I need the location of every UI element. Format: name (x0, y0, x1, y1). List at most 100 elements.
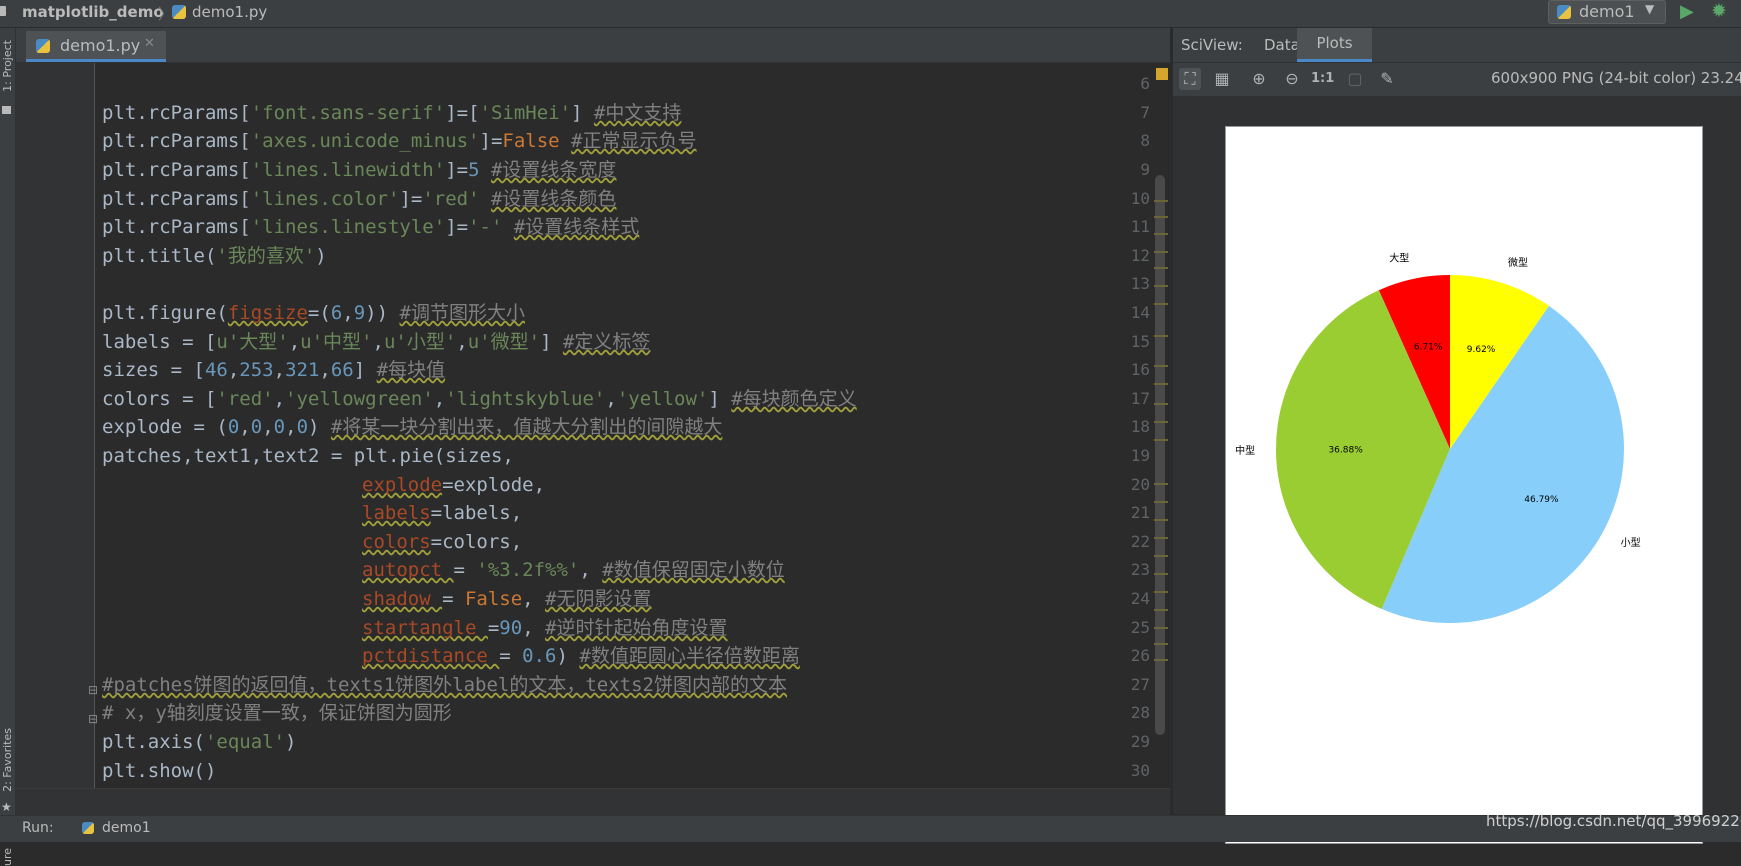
warning-marker (1154, 421, 1168, 423)
fold-marker-icon[interactable]: ⊟ (88, 712, 98, 726)
python-file-icon (172, 5, 186, 19)
folder-icon (0, 6, 6, 16)
code-line-28: # x，y轴刻度设置一致，保证饼图为圆形 (102, 702, 452, 724)
pie-chart: 大型 6.71% 中型 36.88% 小型 46.79% 微型 9.62% (1235, 251, 1641, 623)
warning-marker (1154, 573, 1168, 575)
line-number: 18 (1130, 417, 1150, 436)
line-number: 6 (1140, 74, 1150, 93)
plot-viewer: 大型 6.71% 中型 36.88% 小型 46.79% 微型 9.62% (1173, 96, 1741, 844)
run-config-tab[interactable]: demo1 (102, 820, 151, 836)
editor-tab-bar: demo1.py ✕ (16, 28, 1170, 63)
warning-marker (1154, 285, 1168, 287)
run-configuration-dropdown[interactable]: demo1 ▼ (1548, 0, 1666, 24)
line-number: 9 (1140, 160, 1150, 179)
code-line-24: shadow = False, #无阴影设置 (362, 588, 652, 610)
grid-icon[interactable]: ▦ (1211, 68, 1233, 90)
code-line-15: labels = [u'大型',u'中型',u'小型',u'微型'] #定义标签 (102, 331, 651, 353)
warning-marker (1154, 609, 1168, 611)
structure-tool-tab[interactable]: ure (1, 848, 14, 866)
warning-marker (1154, 627, 1168, 629)
line-number: 27 (1130, 675, 1150, 694)
zoom-out-icon[interactable]: ⊖ (1281, 68, 1303, 90)
sciview-tab-bar: SciView: Data Plots (1173, 28, 1741, 63)
pie-label-0: 大型 (1389, 251, 1409, 264)
line-number: 28 (1130, 703, 1150, 722)
line-number: 17 (1130, 389, 1150, 408)
code-line-14: plt.figure(figsize=(6,9)) #调节图形大小 (102, 302, 525, 324)
folder-icon (2, 106, 11, 114)
line-number: 20 (1130, 475, 1150, 494)
pie-label-2: 小型 (1621, 536, 1641, 549)
line-number: 7 (1140, 103, 1150, 122)
code-line-19: patches,text1,text2 = plt.pie(sizes, (102, 445, 514, 467)
line-number: 26 (1130, 646, 1150, 665)
warning-marker (1154, 335, 1168, 337)
project-tool-tab[interactable]: 1: Project (1, 40, 14, 92)
warning-marker (1154, 537, 1168, 539)
code-line-18: explode = (0,0,0,0) #将某一块分割出来，值越大分割出的间隙越… (102, 416, 723, 438)
warning-marker (1154, 555, 1168, 557)
debug-icon[interactable]: ✹ (1711, 0, 1727, 22)
line-number: 13 (1130, 274, 1150, 293)
line-number: 8 (1140, 131, 1150, 150)
tab-data[interactable]: Data (1264, 36, 1300, 54)
image-info: 600x900 PNG (24-bit color) 23.24 K (1491, 69, 1741, 87)
warning-marker (1156, 68, 1168, 80)
tab-demo1-py[interactable]: demo1.py ✕ (26, 31, 166, 62)
left-tool-strip: 1: Project 2: Favorites ★ ure (0, 28, 16, 866)
actual-size-button[interactable]: 1:1 (1311, 68, 1334, 90)
close-icon[interactable]: ✕ (144, 36, 155, 51)
run-icon[interactable]: ▶ (1680, 1, 1694, 22)
editor-horizontal-scroll[interactable] (16, 788, 1170, 815)
warning-marker (1154, 365, 1168, 367)
sciview-title: SciView: (1181, 36, 1243, 54)
breadcrumb-project[interactable]: matplotlib_demo (22, 3, 164, 21)
code-line-20: explode=explode, (362, 474, 546, 496)
sciview-panel: SciView: Data Plots ⛶ ▦ ⊕ ⊖ 1:1 ▢ ✎ 600x… (1172, 28, 1741, 844)
run-label: Run: (22, 820, 54, 836)
tab-plots[interactable]: Plots (1297, 28, 1372, 62)
chevron-down-icon: ▼ (1645, 2, 1655, 16)
warning-marker (1154, 403, 1168, 405)
zoom-in-icon[interactable]: ⊕ (1248, 68, 1270, 90)
warning-marker (1154, 251, 1168, 253)
line-number: 21 (1130, 503, 1150, 522)
pie-percent-label-2: 46.79% (1524, 495, 1559, 505)
code-editor[interactable]: 6 7 8 9 10 11 12 13 14 15 16 17 18 19 20… (16, 63, 1170, 788)
fold-marker-icon[interactable]: ⊟ (88, 683, 98, 697)
code-line-21: labels=labels, (362, 502, 523, 524)
code-line-8: plt.rcParams['axes.unicode_minus']=False… (102, 130, 697, 152)
line-number: 19 (1130, 446, 1150, 465)
code-line-30: plt.show() (102, 760, 217, 782)
warning-marker (1154, 303, 1168, 305)
favorites-tool-tab[interactable]: 2: Favorites (1, 728, 14, 792)
watermark: https://blog.csdn.net/qq_39969226 (1486, 812, 1741, 830)
star-icon: ★ (1, 800, 12, 814)
code-line-26: pctdistance = 0.6) #数值距圆心半径倍数距离 (362, 645, 800, 667)
color-picker-icon[interactable]: ✎ (1376, 68, 1398, 90)
line-number: 10 (1130, 189, 1150, 208)
warning-marker (1154, 383, 1168, 385)
code-line-16: sizes = [46,253,321,66] #每块值 (102, 359, 446, 381)
code-line-23: autopct = '%3.2f%%', #数值保留固定小数位 (362, 559, 785, 581)
warning-marker (1154, 501, 1168, 503)
code-line-10: plt.rcParams['lines.color']='red' #设置线条颜… (102, 188, 617, 210)
warning-marker (1154, 233, 1168, 235)
pie-percent-label-0: 6.71% (1414, 342, 1443, 352)
warning-marker (1154, 216, 1168, 218)
line-number: 22 (1130, 532, 1150, 551)
pie-label-3: 微型 (1508, 256, 1528, 269)
warning-marker (1154, 519, 1168, 521)
code-line-17: colors = ['red','yellowgreen','lightskyb… (102, 388, 857, 410)
breadcrumb-file[interactable]: demo1.py (192, 3, 267, 21)
line-number: 12 (1130, 246, 1150, 265)
pie-percent-label-1: 36.88% (1328, 445, 1363, 455)
fit-zoom-icon[interactable]: ▢ (1344, 68, 1366, 90)
editor-scrollbar[interactable] (1155, 175, 1165, 735)
warning-marker (1154, 643, 1168, 645)
code-line-7: plt.rcParams['font.sans-serif']=['SimHei… (102, 102, 682, 124)
line-number: 25 (1130, 618, 1150, 637)
warning-marker (1154, 483, 1168, 485)
fit-screen-icon[interactable]: ⛶ (1179, 68, 1201, 90)
code-line-27: #patches饼图的返回值，texts1饼图外label的文本，texts2饼… (102, 674, 787, 696)
